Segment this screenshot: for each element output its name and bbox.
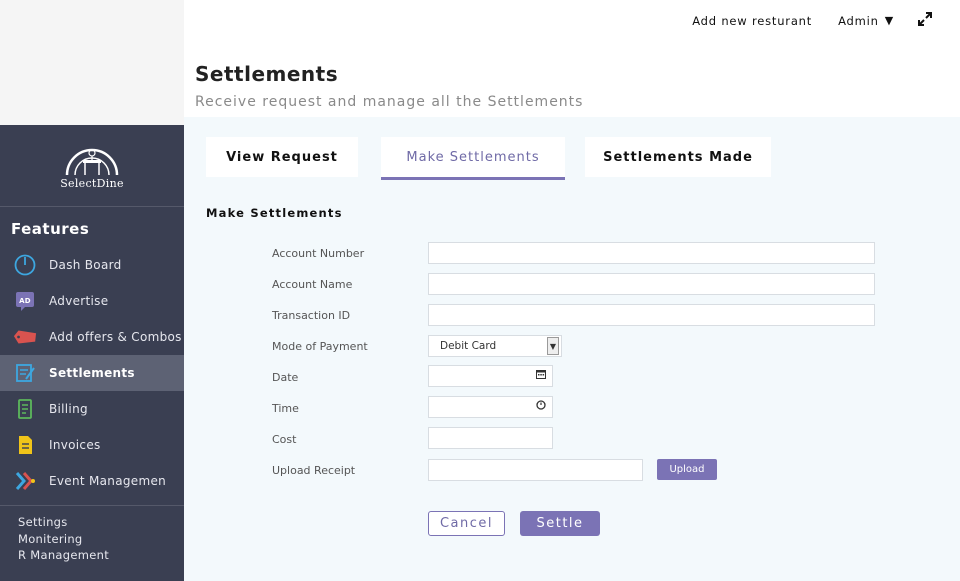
logo-dome-icon xyxy=(65,148,119,175)
sidebar-item-label: Add offers & Combos xyxy=(49,330,182,344)
sidebar-item-invoices[interactable]: Invoices xyxy=(0,427,184,463)
tab-make-settlements[interactable]: Make Settlements xyxy=(381,137,565,180)
sidebar-item-advertise[interactable]: AD Advertise xyxy=(0,283,184,319)
sidebar-item-label: Settlements xyxy=(49,366,135,380)
section-title: Make Settlements xyxy=(206,206,343,220)
calendar-icon[interactable] xyxy=(536,369,546,382)
upload-receipt-input[interactable] xyxy=(428,459,643,481)
upload-receipt-label: Upload Receipt xyxy=(272,464,356,477)
logo-text: SelectDine xyxy=(60,176,124,190)
time-label: Time xyxy=(272,402,299,415)
sidebar: SelectDine Features Dash Board AD Advert… xyxy=(0,125,184,581)
transaction-id-label: Transaction ID xyxy=(272,309,351,322)
clock-icon[interactable] xyxy=(536,400,546,413)
billing-icon xyxy=(13,397,37,421)
sidebar-item-offers[interactable]: Add offers & Combos xyxy=(0,319,184,355)
sidebar-item-dashboard[interactable]: Dash Board xyxy=(0,247,184,283)
main-content: View Request Make Settlements Settlement… xyxy=(184,117,960,581)
account-number-input[interactable] xyxy=(428,242,875,264)
sidebar-item-billing[interactable]: Billing xyxy=(0,391,184,427)
payment-mode-label: Mode of Payment xyxy=(272,340,368,353)
settings-link[interactable]: Settings xyxy=(18,514,184,531)
ad-icon: AD xyxy=(13,289,37,313)
dashboard-icon xyxy=(13,253,37,277)
sidebar-item-label: Billing xyxy=(49,402,88,416)
monitoring-link[interactable]: Monitering xyxy=(18,531,184,548)
r-management-link[interactable]: R Management xyxy=(18,547,184,564)
admin-label: Admin xyxy=(838,13,879,28)
tab-view-request[interactable]: View Request xyxy=(206,137,358,177)
sidebar-item-label: Event Managemen xyxy=(49,474,167,488)
time-input[interactable] xyxy=(428,396,553,418)
admin-menu[interactable]: Admin ▼ xyxy=(838,14,894,28)
topbar: Add new resturant Admin ▼ xyxy=(692,12,932,29)
add-restaurant-link[interactable]: Add new resturant xyxy=(692,14,812,28)
date-input[interactable] xyxy=(428,365,553,387)
cost-input[interactable] xyxy=(428,427,553,449)
event-icon xyxy=(13,469,37,493)
expand-icon[interactable] xyxy=(918,12,932,29)
upload-button[interactable]: Upload xyxy=(657,459,717,480)
invoice-icon xyxy=(13,433,37,457)
date-label: Date xyxy=(272,371,299,384)
features-title: Features xyxy=(11,220,90,238)
transaction-id-input[interactable] xyxy=(428,304,875,326)
sidebar-item-events[interactable]: Event Managemen xyxy=(0,463,184,499)
account-name-label: Account Name xyxy=(272,278,353,291)
account-number-label: Account Number xyxy=(272,247,365,260)
cost-label: Cost xyxy=(272,433,297,446)
payment-mode-value: Debit Card xyxy=(440,340,497,352)
sidebar-item-label: Advertise xyxy=(49,294,109,308)
caret-down-icon: ▼ xyxy=(884,14,894,27)
svg-text:AD: AD xyxy=(19,297,31,305)
left-top-area xyxy=(0,0,184,125)
sidebar-item-label: Dash Board xyxy=(49,258,122,272)
page-title: Settlements xyxy=(195,62,339,86)
settlement-icon xyxy=(13,361,37,385)
page-subtitle: Receive request and manage all the Settl… xyxy=(195,94,584,110)
offer-tag-icon xyxy=(13,325,37,349)
payment-mode-select[interactable]: Debit Card ▼ xyxy=(428,335,562,357)
settle-button[interactable]: Settle xyxy=(520,511,600,536)
tab-settlements-made[interactable]: Settlements Made xyxy=(585,137,771,177)
account-name-input[interactable] xyxy=(428,273,875,295)
sidebar-item-label: Invoices xyxy=(49,438,101,452)
chevron-down-icon[interactable]: ▼ xyxy=(547,337,559,355)
logo[interactable]: SelectDine xyxy=(0,125,184,207)
cancel-button[interactable]: Cancel xyxy=(428,511,505,536)
sidebar-bottom-links: Settings Monitering R Management xyxy=(0,506,184,564)
sidebar-item-settlements[interactable]: Settlements xyxy=(0,355,184,391)
